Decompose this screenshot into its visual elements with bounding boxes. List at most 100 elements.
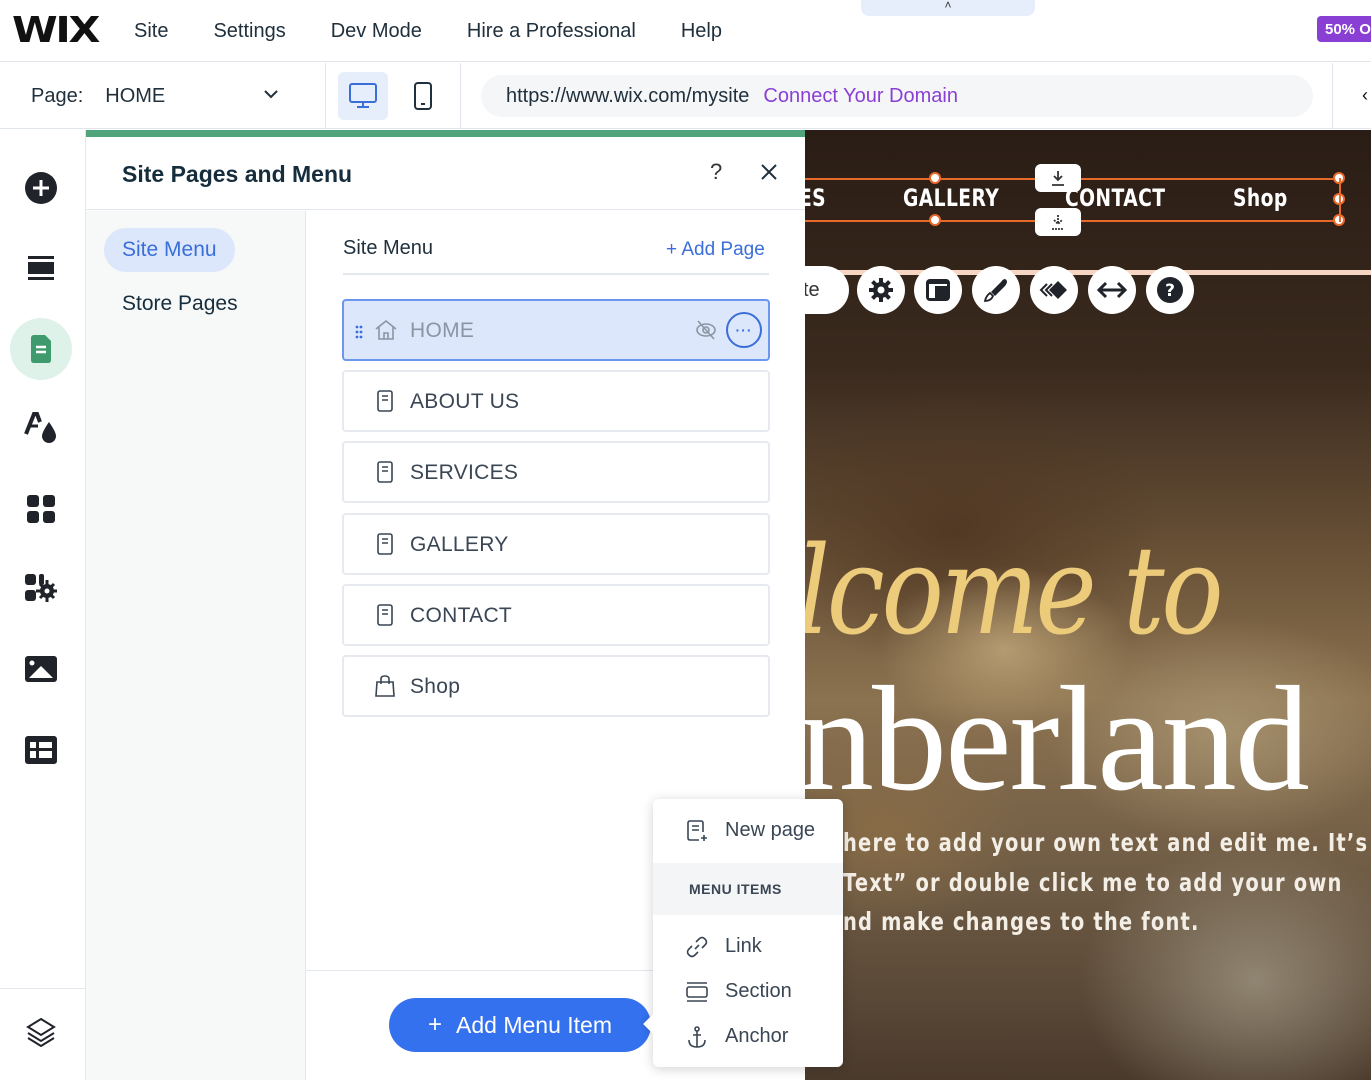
dropdown-item-new-page[interactable]: New page: [653, 809, 843, 853]
manage-menu-button[interactable]: te: [805, 266, 849, 314]
dropdown-item-label: New page: [725, 819, 816, 841]
stretch-icon: [1097, 281, 1127, 299]
menu-item-home[interactable]: HOME ···: [342, 299, 770, 361]
anchor-icon: [688, 1026, 706, 1048]
arrow-left-icon[interactable]: ‹: [1362, 85, 1368, 106]
menu-item-label: ABOUT US: [410, 390, 520, 413]
svg-text:?: ?: [1165, 281, 1175, 301]
menu-item-shop[interactable]: Shop: [342, 655, 770, 717]
site-canvas[interactable]: ES GALLERY CONTACT Shop te ? lcome to nb…: [805, 130, 1371, 1080]
section-heading: Site Menu: [343, 237, 434, 259]
layers-button[interactable]: [10, 1001, 72, 1063]
settings-icon: [869, 278, 893, 302]
connect-domain-link[interactable]: Connect Your Domain: [763, 85, 958, 108]
sections-icon: [28, 256, 54, 280]
pages-button[interactable]: [10, 318, 72, 380]
nav-help[interactable]: Help: [681, 20, 722, 43]
nav-hire-professional[interactable]: Hire a Professional: [467, 20, 636, 43]
dropdown-item-link[interactable]: Link: [653, 925, 843, 969]
help-icon[interactable]: ?: [710, 159, 722, 185]
menu-item-about-us[interactable]: ABOUT US: [342, 370, 770, 432]
hero-title-line2[interactable]: nberland: [805, 653, 1310, 825]
top-nav: Site Settings Dev Mode Hire a Profession…: [134, 0, 767, 62]
promo-badge[interactable]: 50% OFF: [1317, 16, 1371, 42]
site-nav-link[interactable]: ES: [805, 184, 826, 212]
eye-hidden-icon[interactable]: [694, 319, 718, 341]
site-design-icon: [24, 412, 56, 443]
settings-button[interactable]: [857, 266, 905, 314]
site-nav-link[interactable]: Shop: [1233, 184, 1288, 212]
pages-icon: [31, 335, 51, 363]
hero-paragraph-line: nd make changes to the font.: [843, 907, 1200, 936]
chevron-up-icon: ˄: [944, 0, 952, 12]
nav-dev-mode[interactable]: Dev Mode: [331, 20, 422, 43]
download-arrow-icon: [1052, 171, 1064, 186]
menu-item-label: CONTACT: [410, 604, 513, 627]
business-apps-icon: [25, 574, 57, 602]
resize-handle[interactable]: [929, 214, 941, 226]
selection-border-right: [1339, 178, 1341, 222]
site-design-button[interactable]: [10, 397, 72, 459]
add-elements-button[interactable]: [10, 157, 72, 219]
add-page-link[interactable]: + Add Page: [666, 239, 765, 261]
nav-site[interactable]: Site: [134, 20, 168, 43]
menu-item-contact[interactable]: CONTACT: [342, 584, 770, 646]
nav-settings[interactable]: Settings: [213, 20, 285, 43]
section-icon: [686, 982, 708, 1002]
animation-button[interactable]: [1030, 266, 1078, 314]
site-nav-link[interactable]: GALLERY: [903, 184, 999, 212]
panel-header: Site Pages and Menu ?: [86, 137, 805, 210]
page-icon: [377, 604, 393, 626]
wix-logo[interactable]: WIX: [12, 10, 100, 51]
tab-site-menu[interactable]: Site Menu: [104, 228, 235, 272]
divider: [0, 988, 86, 989]
dropdown-item-section[interactable]: Section: [653, 970, 843, 1014]
menu-item-services[interactable]: SERVICES: [342, 441, 770, 503]
stretch-button[interactable]: [1088, 266, 1136, 314]
hero-title-line1[interactable]: lcome to: [805, 520, 1224, 662]
help-button[interactable]: ?: [1146, 266, 1194, 314]
drag-handle-icon[interactable]: [355, 325, 363, 339]
link-icon: [686, 936, 708, 958]
resize-handle[interactable]: [929, 172, 941, 184]
dropdown-section-header: MENU ITEMS: [653, 863, 843, 915]
business-apps-button[interactable]: [10, 558, 72, 620]
layout-icon: [926, 279, 950, 301]
panel-title: Site Pages and Menu: [122, 161, 353, 187]
layout-button[interactable]: [914, 266, 962, 314]
sections-button[interactable]: [10, 237, 72, 299]
desktop-view-button[interactable]: [338, 72, 388, 120]
mobile-icon: [414, 82, 432, 110]
anchor-top-button[interactable]: [1035, 164, 1081, 192]
design-button[interactable]: [972, 266, 1020, 314]
dropdown-item-anchor[interactable]: Anchor: [653, 1015, 843, 1059]
hero-paragraph-line: here to add your own text and edit me. I…: [843, 828, 1369, 857]
anchor-bottom-button[interactable]: [1035, 208, 1081, 236]
more-actions-button[interactable]: ···: [726, 312, 762, 348]
add-menu-item-button[interactable]: + Add Menu Item: [389, 998, 651, 1052]
page-selector[interactable]: Page: HOME: [0, 63, 326, 129]
manage-menu-label: te: [805, 278, 820, 301]
apps-button[interactable]: [10, 478, 72, 540]
media-icon: [25, 656, 57, 682]
mobile-view-button[interactable]: [398, 72, 448, 120]
animation-icon: [1039, 281, 1067, 299]
left-sidebar: [0, 130, 86, 1080]
layers-icon: [26, 1017, 56, 1047]
menu-item-label: Shop: [410, 675, 461, 698]
tab-store-pages[interactable]: Store Pages: [104, 282, 256, 326]
collapse-toolbar-button[interactable]: ˄: [861, 0, 1035, 16]
download-arrow-icon: [1052, 215, 1064, 230]
site-horizontal-menu[interactable]: ES GALLERY CONTACT Shop: [805, 164, 1345, 236]
hero-paragraph[interactable]: here to add your own text and edit me. I…: [843, 823, 1369, 942]
media-button[interactable]: [10, 638, 72, 700]
home-icon: [375, 319, 397, 340]
dropdown-item-label: Section: [725, 980, 792, 1002]
cms-button[interactable]: [10, 719, 72, 781]
close-icon[interactable]: [758, 161, 780, 183]
add-elements-icon: [25, 172, 57, 204]
add-menu-item-label: Add Menu Item: [456, 1011, 612, 1038]
menu-item-gallery[interactable]: GALLERY: [342, 513, 770, 575]
dropdown-item-label: Link: [725, 935, 762, 957]
add-menu-item-dropdown: New page MENU ITEMS Link Section Anchor: [653, 799, 843, 1067]
